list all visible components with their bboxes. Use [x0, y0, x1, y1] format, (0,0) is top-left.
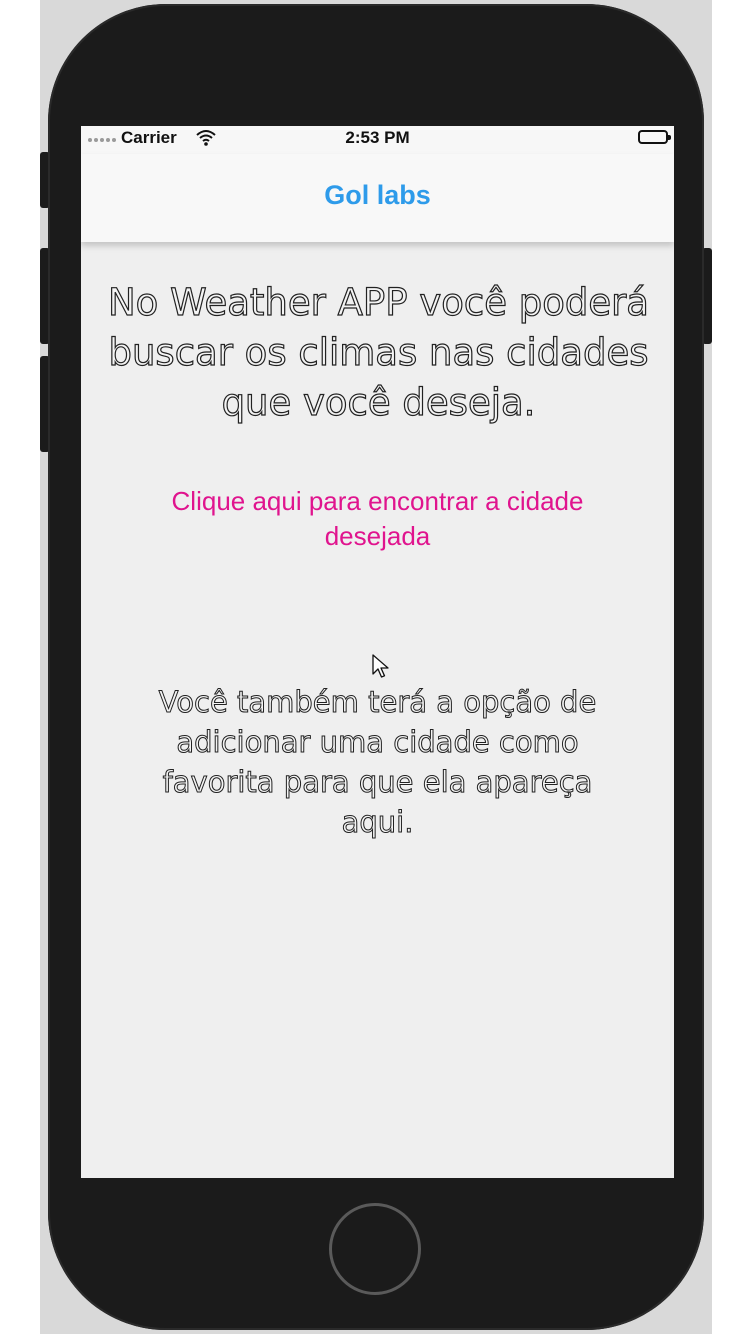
nav-title: Gol labs: [324, 180, 431, 210]
mouse-pointer-icon: [372, 654, 389, 678]
battery-icon: [638, 130, 671, 144]
main-content: No Weather APP você poderá buscar os cli…: [81, 242, 674, 1178]
navigation-bar: Gol labs: [81, 154, 674, 242]
status-time: 2:53 PM: [345, 128, 410, 147]
phone-screen: Carrier 2:53 PM Gol labs No Weather APP …: [81, 126, 674, 1178]
find-city-link[interactable]: Clique aqui para encontrar a cidade dese…: [121, 484, 634, 554]
favorites-note: Você também terá a opção de adicionar um…: [158, 685, 597, 840]
intro-text: No Weather APP você poderá buscar os cli…: [107, 280, 649, 424]
home-button[interactable]: [329, 1203, 421, 1295]
status-bar: Carrier 2:53 PM: [81, 126, 674, 154]
simulator-stage: Carrier 2:53 PM Gol labs No Weather APP …: [0, 0, 750, 1334]
